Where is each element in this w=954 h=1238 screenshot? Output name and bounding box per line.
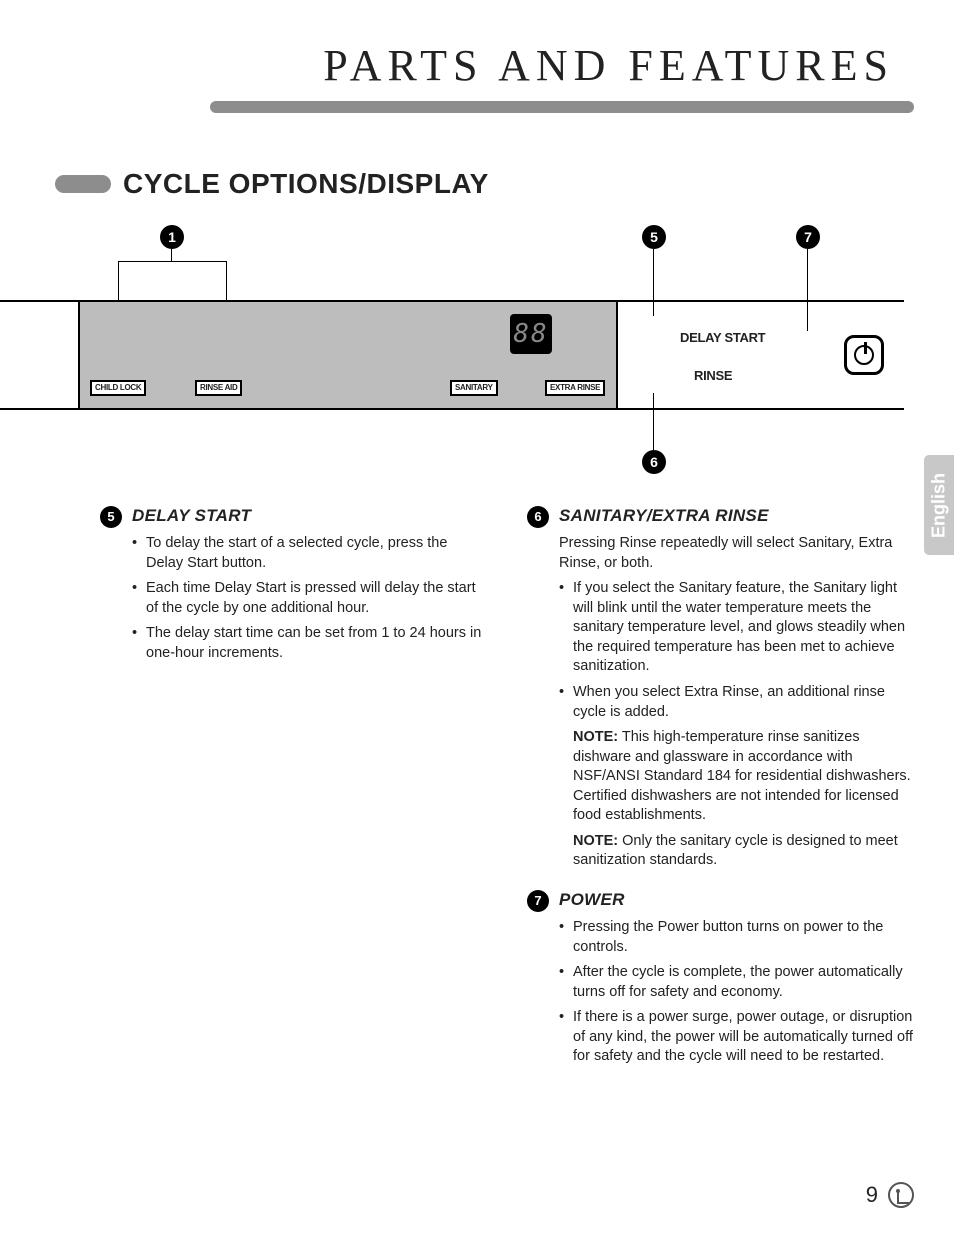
feature-7-title: POWER [559,889,625,912]
control-panel-diagram: 1 5 7 6 CHILD LOCK RINSE AID SANITARY EX… [0,225,914,485]
left-column: 5 DELAY START To delay the start of a se… [100,505,487,1085]
lg-logo-icon [888,1182,914,1208]
feature-6-intro: Pressing Rinse repeatedly will select Sa… [559,534,914,573]
lead-line [171,249,172,261]
bullet: After the cycle is complete, the power a… [559,963,914,1002]
note: NOTE: This high-temperature rinse saniti… [559,728,914,826]
bullet: If there is a power surge, power outage,… [559,1008,914,1067]
indicator-extra-rinse: EXTRA RINSE [545,380,605,396]
section-header: CYCLE OPTIONS/DISPLAY [55,168,954,200]
note: NOTE: Only the sanitary cycle is designe… [559,832,914,871]
indicator-rinse-aid: RINSE AID [195,380,242,396]
bracket [118,261,119,300]
button-power[interactable] [844,335,884,375]
button-delay-start[interactable]: DELAY START [680,330,765,345]
button-rinse[interactable]: RINSE [694,368,732,383]
bullet: The delay start time can be set from 1 t… [132,624,487,663]
callout-5: 5 [642,225,666,249]
note-text: Only the sanitary cycle is designed to m… [573,833,898,869]
body-columns: 5 DELAY START To delay the start of a se… [0,485,954,1085]
note-text: This high-temperature rinse sanitizes di… [573,729,911,823]
note-label: NOTE: [573,833,618,849]
feature-7-num: 7 [527,890,549,912]
feature-6-num: 6 [527,506,549,528]
bracket [118,261,226,262]
feature-6-body: Pressing Rinse repeatedly will select Sa… [559,534,914,871]
page-number: 9 [866,1182,878,1208]
section-heading: CYCLE OPTIONS/DISPLAY [123,168,489,200]
power-icon-stem [864,342,867,354]
callout-6: 6 [642,450,666,474]
indicator-sanitary: SANITARY [450,380,498,396]
bullet: If you select the Sanitary feature, the … [559,579,914,677]
bullet: Pressing the Power button turns on power… [559,918,914,957]
seven-segment-display: 88 [510,314,552,354]
panel-button-area: DELAY START RINSE [618,302,904,408]
feature-6-header: 6 SANITARY/EXTRA RINSE [527,505,914,528]
bullet: When you select Extra Rinse, an addition… [559,683,914,722]
right-column: 6 SANITARY/EXTRA RINSE Pressing Rinse re… [527,505,914,1085]
feature-7-body: Pressing the Power button turns on power… [559,918,914,1067]
callout-7: 7 [796,225,820,249]
language-tab[interactable]: English [924,455,954,555]
title-rule [210,101,914,113]
panel-indicator-area: CHILD LOCK RINSE AID SANITARY EXTRA RINS… [78,302,618,408]
bullet: Each time Delay Start is pressed will de… [132,579,487,618]
page-title: PARTS AND FEATURES [0,0,954,101]
bullet: To delay the start of a selected cycle, … [132,534,487,573]
note-label: NOTE: [573,729,618,745]
feature-7-header: 7 POWER [527,889,914,912]
panel-frame: CHILD LOCK RINSE AID SANITARY EXTRA RINS… [0,300,904,410]
feature-5-header: 5 DELAY START [100,505,487,528]
feature-5-body: To delay the start of a selected cycle, … [132,534,487,663]
callout-1: 1 [160,225,184,249]
feature-6-title: SANITARY/EXTRA RINSE [559,505,769,528]
feature-5-num: 5 [100,506,122,528]
bracket [226,261,227,300]
indicator-child-lock: CHILD LOCK [90,380,146,396]
feature-5-title: DELAY START [132,505,251,528]
page-footer: 9 [866,1182,914,1208]
section-pill [55,175,111,193]
